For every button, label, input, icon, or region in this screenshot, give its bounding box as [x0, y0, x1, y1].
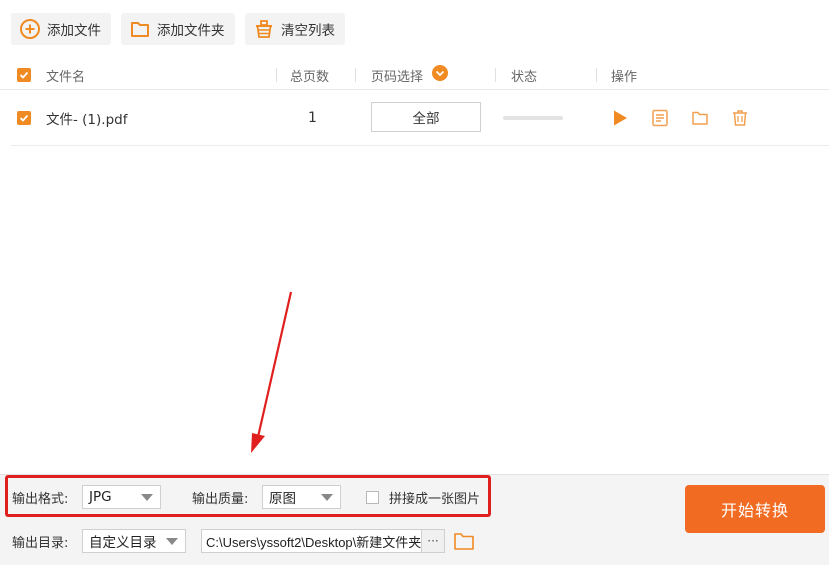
play-icon[interactable]	[610, 108, 630, 128]
output-dir-label: 输出目录:	[12, 536, 69, 551]
row-checkbox[interactable]	[17, 90, 31, 145]
column-divider	[596, 68, 597, 82]
header-status: 状态	[511, 69, 538, 85]
toolbar: 添加文件 添加文件夹 清空列表	[0, 0, 829, 58]
header-page-select-label: 页码选择	[371, 69, 424, 85]
header-page-select[interactable]: 页码选择	[371, 60, 449, 90]
file-name: 文件- (1).pdf	[46, 111, 128, 128]
status-progress-bar	[503, 116, 563, 120]
chevron-down-icon[interactable]	[432, 65, 449, 85]
select-all-checkbox[interactable]	[17, 60, 31, 90]
header-filename: 文件名	[46, 69, 86, 85]
checkbox-icon	[17, 110, 31, 125]
add-folder-label: 添加文件夹	[157, 23, 225, 39]
column-divider	[276, 68, 277, 82]
browse-button[interactable]: ···	[421, 529, 445, 553]
checkbox-icon	[17, 68, 31, 82]
output-dir-mode-select[interactable]: 自定义目录	[82, 529, 186, 553]
add-folder-button[interactable]: 添加文件夹	[121, 13, 235, 45]
header-total-pages: 总页数	[290, 69, 330, 85]
chevron-down-icon	[166, 538, 178, 545]
total-pages: 1	[308, 109, 317, 126]
column-divider	[495, 68, 496, 82]
clear-list-button[interactable]: 清空列表	[245, 13, 345, 45]
column-divider	[355, 68, 356, 82]
output-dir-mode-value: 自定义目录	[89, 535, 157, 551]
folder-icon[interactable]	[453, 531, 475, 555]
add-file-label: 添加文件	[47, 23, 101, 39]
start-convert-button[interactable]: 开始转换	[685, 485, 825, 533]
folder-icon	[129, 18, 151, 40]
header-actions: 操作	[611, 69, 638, 85]
page-range-select[interactable]: 全部	[371, 102, 481, 132]
output-path-field[interactable]: C:\Users\yssoft2\Desktop\新建文件夹\	[201, 529, 422, 553]
add-file-button[interactable]: 添加文件	[11, 13, 111, 45]
table-row[interactable]: 文件- (1).pdf 1 全部	[11, 90, 829, 146]
trash-icon[interactable]	[730, 108, 750, 128]
folder-icon[interactable]	[690, 108, 710, 128]
plus-circle-icon	[19, 18, 41, 40]
annotation-highlight-box	[5, 475, 491, 517]
basket-icon	[253, 18, 275, 40]
document-icon[interactable]	[650, 108, 670, 128]
table-header: 文件名 总页数 页码选择 状态 操作	[0, 60, 829, 90]
clear-list-label: 清空列表	[281, 23, 335, 39]
